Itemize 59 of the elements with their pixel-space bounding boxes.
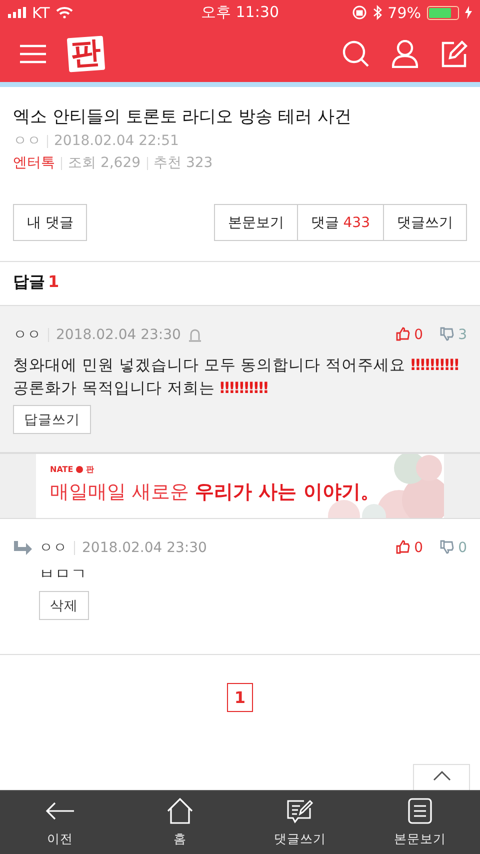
banner-slogan: 매일매일 새로운 우리가 사는 이야기。 (50, 480, 380, 505)
replies-count: 1 (48, 272, 60, 293)
comment-date: 2018.02.04 23:30 (56, 327, 181, 343)
wifi-icon (56, 6, 73, 18)
battery-percent: 79% (388, 4, 421, 22)
comment-text: ㅂㅁㄱ (39, 564, 88, 585)
signal-icon (8, 7, 26, 18)
post-date: 2018.02.04 22:51 (54, 133, 179, 149)
article-view-button[interactable]: 본문보기 (214, 204, 298, 241)
brand-sub-logo: 판 (86, 464, 94, 475)
view-count: 조회 2,629 (68, 154, 141, 172)
thumbs-down-icon[interactable] (440, 540, 454, 554)
write-comment-button[interactable]: 댓글쓰기 (240, 791, 360, 854)
reply-arrow-icon (13, 541, 32, 555)
charging-icon (465, 6, 472, 19)
thumbs-up-icon[interactable] (396, 540, 410, 554)
thumbs-up-icon[interactable] (396, 327, 410, 341)
back-arrow-icon (45, 801, 75, 821)
back-button[interactable]: 이전 (0, 791, 120, 854)
my-comments-button[interactable]: 내 댓글 (13, 204, 88, 241)
search-button[interactable] (342, 40, 370, 68)
comment-write-icon (286, 798, 314, 824)
author-name: ㅇㅇ (13, 132, 41, 150)
logo-mark-icon (76, 466, 84, 473)
write-comment-button[interactable]: 댓글쓰기 (384, 204, 467, 241)
author-name: ㅇㅇ (13, 326, 41, 344)
reply-button[interactable]: 답글쓰기 (13, 405, 91, 434)
rotation-lock-icon (352, 5, 367, 20)
profile-button[interactable] (392, 40, 418, 68)
menu-button[interactable] (20, 44, 46, 64)
category-link[interactable]: 엔터톡 (13, 154, 55, 172)
battery-icon (427, 6, 459, 20)
comments-button[interactable]: 댓글 433 (298, 204, 384, 241)
document-icon (408, 798, 432, 824)
post-title: 엑소 안티들의 토론토 라디오 방송 테러 사건 (13, 106, 352, 128)
comment-text: 청와대에 민원 넣겠습니다 모두 동의합니다 적어주세요 ‼‼‼‼‼ 공론화가 목적입니다 저희는 ‼‼‼‼‼ (13, 355, 460, 399)
app-logo[interactable]: 판 (66, 35, 106, 72)
delete-button[interactable]: 삭제 (39, 591, 89, 620)
author-name: ㅇㅇ (39, 539, 67, 557)
home-icon (166, 798, 194, 824)
recommend-count: 추천 323 (154, 154, 213, 172)
article-view-button[interactable]: 본문보기 (360, 791, 480, 854)
like-count: 0 (414, 540, 424, 556)
dislike-count: 3 (458, 327, 467, 343)
brand-logo: NATE (50, 465, 74, 474)
dislike-count: 0 (458, 540, 467, 556)
thumbs-down-icon[interactable] (440, 327, 454, 341)
bell-icon[interactable] (188, 328, 202, 342)
ad-banner[interactable]: NATE 판 매일매일 새로운 우리가 사는 이야기。 (36, 454, 444, 518)
clock-time: 오후 11:30 (201, 3, 279, 22)
carrier-name: KT (32, 4, 50, 22)
like-count: 0 (414, 327, 424, 343)
bluetooth-icon (372, 5, 382, 20)
page-number[interactable]: 1 (227, 683, 253, 712)
replies-label: 답글 (13, 272, 45, 293)
caret-up-icon (432, 771, 450, 781)
compose-button[interactable] (440, 40, 468, 68)
home-button[interactable]: 홈 (120, 791, 240, 854)
comment-date: 2018.02.04 23:30 (82, 540, 207, 556)
